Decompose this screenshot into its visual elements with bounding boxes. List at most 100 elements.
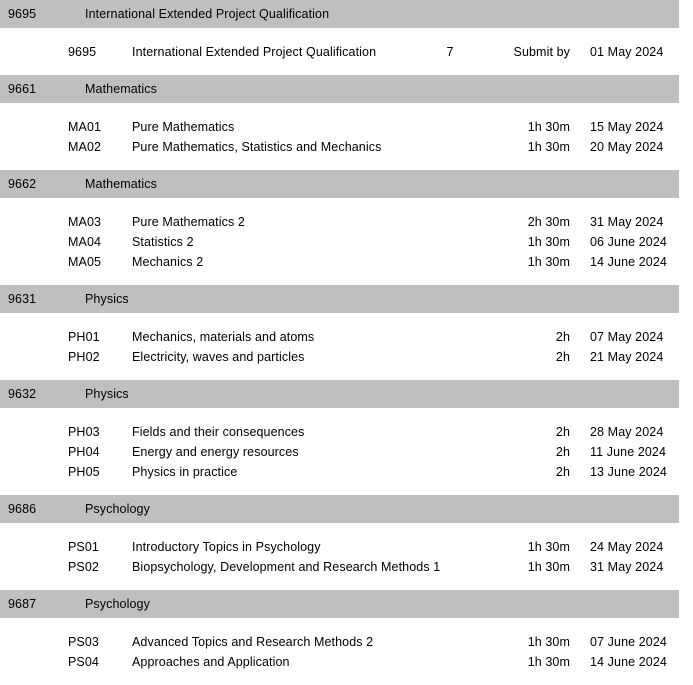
qualification-code: 9687 (8, 597, 37, 611)
qualification-group: 9661 Mathematics MA01 Pure Mathematics 1h 30… (0, 75, 693, 170)
exam-date: 13 June 2024 (590, 465, 667, 479)
exam-row-list: PH03 Fields and their consequences 2h 28 Ma… (0, 408, 693, 495)
qualification-code: 9631 (8, 292, 37, 306)
qualification-title: International Extended Project Qualifica… (85, 7, 330, 21)
exam-row-list: MA01 Pure Mathematics 1h 30m 15 May 2024 MA0… (0, 103, 693, 170)
qualification-group: 9687 Psychology PS03 Advanced Topics and Re… (0, 590, 693, 685)
row-spacer (0, 62, 693, 75)
exam-component-code: PH02 (68, 350, 100, 364)
exam-date: 31 May 2024 (590, 560, 664, 574)
table-row: MA01 Pure Mathematics 1h 30m 15 May 2024 (0, 117, 693, 137)
exam-duration: 2h (555, 330, 570, 344)
qualification-title: Psychology (85, 597, 150, 611)
row-spacer (0, 313, 693, 327)
qualification-header: 9631 Physics (0, 285, 679, 313)
exam-duration: 2h (555, 445, 570, 459)
qualification-code: 9632 (8, 387, 37, 401)
exam-date: 15 May 2024 (590, 120, 664, 134)
qualification-header: 9686 Psychology (0, 495, 679, 523)
table-row: PH04 Energy and energy resources 2h 11 June… (0, 442, 693, 462)
table-row: 9695 International Extended Project Quali… (0, 42, 693, 62)
qualification-title: Mathematics (85, 177, 157, 191)
exam-duration: 2h (555, 350, 570, 364)
exam-component-code: MA02 (68, 140, 102, 154)
exam-date: 14 June 2024 (590, 255, 667, 269)
row-spacer (0, 28, 693, 42)
qualification-header: 9632 Physics (0, 380, 679, 408)
row-spacer (0, 577, 693, 590)
exam-duration: Submit by (513, 45, 570, 59)
exam-component-code: PH03 (68, 425, 100, 439)
exam-row-list: 9695 International Extended Project Quali… (0, 28, 693, 75)
exam-component-code: PH05 (68, 465, 100, 479)
exam-date: 24 May 2024 (590, 540, 664, 554)
exam-component-title: Biopsychology, Development and Research … (132, 560, 441, 574)
exam-component-title: Mechanics, materials and atoms (132, 330, 315, 344)
exam-date: 07 June 2024 (590, 635, 667, 649)
exam-duration: 1h 30m (527, 140, 570, 154)
row-spacer (0, 198, 693, 212)
qualification-code: 9695 (8, 7, 37, 21)
exam-row-list: PH01 Mechanics, materials and atoms 2h 07 M… (0, 313, 693, 380)
qualification-header: 9687 Psychology (0, 590, 679, 618)
exam-date: 14 June 2024 (590, 655, 667, 669)
exam-component-code: MA01 (68, 120, 102, 134)
exam-date: 31 May 2024 (590, 215, 664, 229)
exam-component-title: Advanced Topics and Research Methods 2 (132, 635, 374, 649)
row-spacer (0, 272, 693, 285)
exam-duration: 1h 30m (527, 235, 570, 249)
row-spacer (0, 157, 693, 170)
exam-duration: 1h 30m (527, 635, 570, 649)
qualification-code: 9661 (8, 82, 37, 96)
exam-duration: 1h 30m (527, 655, 570, 669)
exam-timetable: 9695 International Extended Project Quali… (0, 0, 693, 669)
exam-row-list: MA03 Pure Mathematics 2 2h 30m 31 May 2024 M… (0, 198, 693, 285)
qualification-header: 9661 Mathematics (0, 75, 679, 103)
exam-duration: 2h 30m (527, 215, 570, 229)
exam-component-code: MA05 (68, 255, 102, 269)
exam-component-title: Statistics 2 (132, 235, 194, 249)
exam-date: 21 May 2024 (590, 350, 664, 364)
table-row: MA05 Mechanics 2 1h 30m 14 June 2024 (0, 252, 693, 272)
exam-date: 01 May 2024 (590, 45, 664, 59)
exam-date: 07 May 2024 (590, 330, 664, 344)
exam-component-title: Electricity, waves and particles (132, 350, 305, 364)
row-spacer (0, 618, 693, 632)
qualification-title: Mathematics (85, 82, 157, 96)
exam-component-code: 9695 (68, 45, 97, 59)
table-row: PS04 Approaches and Application 1h 30m 14 J… (0, 652, 693, 672)
exam-component-title: Pure Mathematics, Statistics and Mechani… (132, 140, 382, 154)
exam-component-code: PS01 (68, 540, 99, 554)
exam-component-title: Introductory Topics in Psychology (132, 540, 321, 554)
qualification-code: 9662 (8, 177, 37, 191)
exam-component-code: MA04 (68, 235, 102, 249)
qualification-title: Physics (85, 292, 129, 306)
exam-duration: 1h 30m (527, 255, 570, 269)
qualification-header: 9662 Mathematics (0, 170, 679, 198)
table-row: MA03 Pure Mathematics 2 2h 30m 31 May 2024 (0, 212, 693, 232)
row-spacer (0, 482, 693, 495)
table-row: MA02 Pure Mathematics, Statistics and Mec… (0, 137, 693, 157)
table-row: PH03 Fields and their consequences 2h 28 Ma… (0, 422, 693, 442)
table-row: MA04 Statistics 2 1h 30m 06 June 2024 (0, 232, 693, 252)
exam-component-code: PS03 (68, 635, 99, 649)
qualification-title: Psychology (85, 502, 150, 516)
exam-date: 20 May 2024 (590, 140, 664, 154)
exam-component-code: PH04 (68, 445, 100, 459)
exam-duration: 1h 30m (527, 560, 570, 574)
table-row: PH05 Physics in practice 2h 13 June 2024 (0, 462, 693, 482)
exam-date: 06 June 2024 (590, 235, 667, 249)
table-row: PS03 Advanced Topics and Research Methods… (0, 632, 693, 652)
qualification-title: Physics (85, 387, 129, 401)
table-row: PH01 Mechanics, materials and atoms 2h 07 M… (0, 327, 693, 347)
exam-component-code: MA03 (68, 215, 102, 229)
exam-component-code: PH01 (68, 330, 100, 344)
row-spacer (0, 367, 693, 380)
row-spacer (0, 523, 693, 537)
exam-component-code: PS02 (68, 560, 99, 574)
exam-component-title: Fields and their consequences (132, 425, 305, 439)
exam-component-code: PS04 (68, 655, 99, 669)
exam-component-title: Pure Mathematics 2 (132, 215, 245, 229)
row-spacer (0, 103, 693, 117)
exam-component-title: International Extended Project Qualifica… (132, 45, 377, 59)
